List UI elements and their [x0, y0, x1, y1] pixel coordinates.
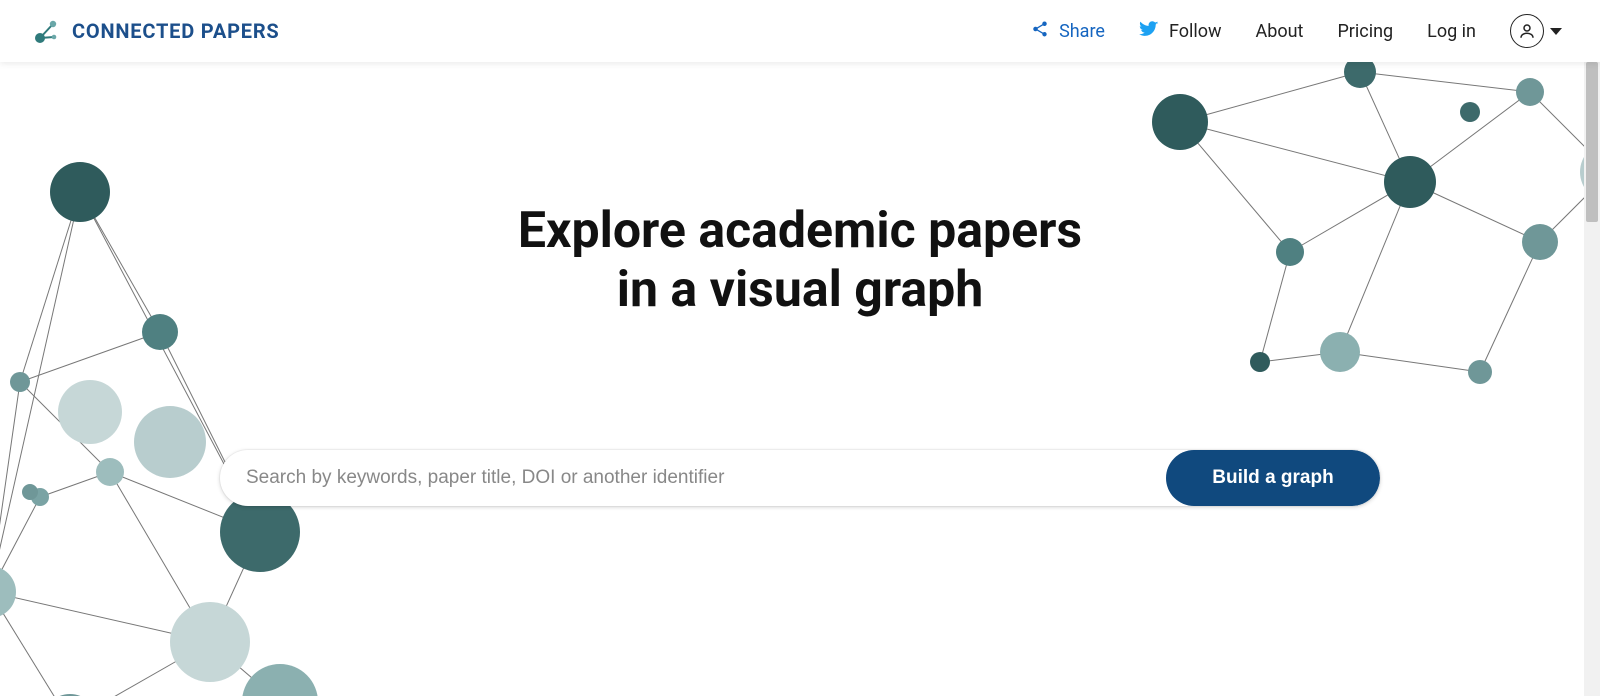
brand-name: CONNECTED PAPERS — [72, 19, 280, 43]
nav-login-label: Log in — [1427, 21, 1476, 42]
nav-login[interactable]: Log in — [1427, 21, 1476, 42]
search-input[interactable] — [220, 450, 1166, 506]
nav-share-label: Share — [1059, 21, 1105, 42]
build-graph-button[interactable]: Build a graph — [1166, 450, 1380, 506]
nav-pricing[interactable]: Pricing — [1337, 21, 1393, 42]
main-canvas: Explore academic papers in a visual grap… — [0, 62, 1600, 696]
headline-line1: Explore academic papers — [518, 202, 1082, 260]
brand[interactable]: CONNECTED PAPERS — [34, 18, 280, 44]
nav-about-label: About — [1256, 21, 1304, 42]
hero-headline: Explore academic papers in a visual grap… — [518, 202, 1082, 320]
scrollbar[interactable] — [1584, 62, 1600, 696]
avatar — [1510, 14, 1544, 48]
nav-pricing-label: Pricing — [1337, 21, 1393, 42]
nav-share[interactable]: Share — [1031, 20, 1105, 43]
search-bar: Build a graph — [220, 450, 1380, 506]
chevron-down-icon — [1550, 28, 1562, 35]
twitter-icon — [1139, 19, 1159, 44]
nav-follow-label: Follow — [1169, 21, 1222, 42]
nav-about[interactable]: About — [1256, 21, 1304, 42]
logo-icon — [34, 18, 60, 44]
headline-line2: in a visual graph — [617, 261, 983, 319]
top-nav: Share Follow About Pricing Log in — [1031, 14, 1562, 48]
header: CONNECTED PAPERS Share Follow About Pric… — [0, 0, 1600, 62]
account-menu[interactable] — [1510, 14, 1562, 48]
scrollbar-thumb[interactable] — [1586, 62, 1598, 222]
hero: Explore academic papers in a visual grap… — [0, 62, 1600, 696]
nav-follow[interactable]: Follow — [1139, 19, 1222, 44]
share-icon — [1031, 20, 1049, 43]
